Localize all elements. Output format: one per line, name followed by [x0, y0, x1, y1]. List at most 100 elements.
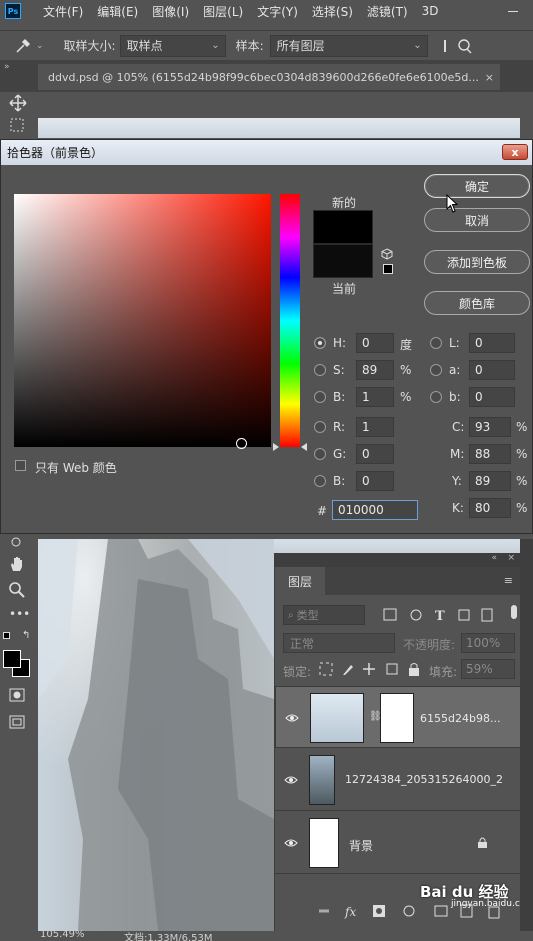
filter-toggle[interactable]: [511, 605, 517, 619]
saturation-field[interactable]: 89: [356, 360, 394, 380]
tool-icon[interactable]: [8, 537, 24, 547]
hue-slider[interactable]: [280, 194, 300, 447]
minimize-icon[interactable]: [508, 6, 518, 16]
collapse-icon[interactable]: «: [491, 553, 497, 563]
lock-icons: [319, 662, 419, 676]
saturation-brightness-field[interactable]: [14, 194, 271, 447]
tab-layers-label: 图层: [287, 574, 312, 589]
yellow-label: Y:: [452, 474, 462, 488]
canvas-image[interactable]: [38, 539, 274, 931]
hue-slider-right-arrow-icon[interactable]: [301, 443, 307, 451]
menu-type[interactable]: 文字(Y): [257, 3, 298, 20]
document-tab-title: ddvd.psd @ 105% (6155d24b98f99c6bec0304d…: [48, 70, 479, 84]
layer-thumbnail: [309, 818, 339, 868]
layer-row[interactable]: 背景: [275, 812, 521, 874]
layer-filter-select[interactable]: ⌕ 类型: [283, 605, 365, 625]
search-icon[interactable]: [442, 37, 482, 55]
photoshop-logo: Ps: [5, 3, 21, 19]
blue-field[interactable]: 0: [356, 471, 394, 491]
zoom-level[interactable]: 105.49%: [40, 929, 85, 940]
saturation-radio[interactable]: [314, 364, 326, 376]
sample-size-select[interactable]: 取样点 ⌄: [119, 34, 226, 57]
eye-icon[interactable]: [284, 775, 298, 785]
blend-mode-select[interactable]: 正常: [283, 633, 395, 653]
close-tab-icon[interactable]: ×: [485, 71, 494, 84]
color-picker-dialog: 拾色器（前景色） x 新的 当前 确定 取消 添加到色板 颜色库 H: 0 度 …: [0, 139, 533, 534]
opacity-field[interactable]: 100%: [461, 633, 515, 653]
lock-label: 锁定:: [283, 665, 312, 679]
swap-colors-icon[interactable]: ↰: [22, 630, 30, 641]
document-tab[interactable]: ddvd.psd @ 105% (6155d24b98f99c6bec0304d…: [38, 64, 500, 90]
fill-field[interactable]: 59%: [461, 659, 515, 679]
layer-row[interactable]: 12724384_205315264000_2: [275, 749, 521, 811]
saturation-unit: %: [400, 363, 412, 377]
lock-icon: [478, 837, 487, 848]
default-colors-icon[interactable]: [3, 632, 10, 639]
sample-select[interactable]: 所有图层 ⌄: [269, 34, 428, 57]
ok-button[interactable]: 确定: [424, 174, 530, 198]
menu-select[interactable]: 选择(S): [312, 3, 353, 20]
panel-menu-icon[interactable]: ≡: [504, 574, 513, 587]
tool-preset-chevron-icon[interactable]: ⌄: [36, 41, 44, 51]
layer-row[interactable]: ⛓ 6155d24b98...: [275, 686, 521, 748]
color-cursor[interactable]: [236, 438, 247, 449]
menu-file[interactable]: 文件(F): [43, 3, 83, 20]
tab-layers[interactable]: 图层: [275, 567, 325, 595]
lightness-field[interactable]: 0: [469, 333, 515, 353]
cyan-field[interactable]: 93: [469, 417, 511, 437]
a-channel-radio[interactable]: [430, 364, 442, 376]
quick-mask-icon[interactable]: [9, 688, 25, 702]
current-color-swatch[interactable]: [313, 244, 373, 278]
hue-radio[interactable]: [314, 337, 326, 349]
blue-radio[interactable]: [314, 475, 326, 487]
cancel-button[interactable]: 取消: [424, 208, 530, 232]
layer-mask-thumbnail[interactable]: [380, 693, 414, 743]
screen-mode-icon[interactable]: [9, 715, 25, 729]
green-field[interactable]: 0: [356, 444, 394, 464]
hue-label: H:: [333, 336, 347, 350]
document-size: 文档:1.33M/6.53M: [124, 933, 213, 941]
close-button[interactable]: x: [502, 144, 528, 160]
color-libraries-button[interactable]: 颜色库: [424, 291, 530, 315]
eye-icon[interactable]: [285, 713, 299, 723]
menu-layer[interactable]: 图层(L): [203, 3, 243, 20]
move-tool-icon[interactable]: [9, 94, 27, 112]
hue-slider-left-arrow-icon[interactable]: [273, 443, 279, 451]
yellow-field[interactable]: 89: [469, 471, 511, 491]
collapse-panels-icon[interactable]: »: [4, 62, 10, 72]
marquee-tool-icon[interactable]: [10, 118, 24, 132]
web-safe-swatch[interactable]: [383, 264, 393, 274]
zoom-tool-icon[interactable]: [8, 581, 26, 599]
eye-icon[interactable]: [284, 838, 298, 848]
hue-field[interactable]: 0: [356, 333, 394, 353]
lightness-radio[interactable]: [430, 337, 442, 349]
current-color-label: 当前: [332, 282, 357, 296]
menu-3d[interactable]: 3D: [422, 4, 439, 18]
sample-label: 样本:: [235, 39, 264, 53]
hex-field[interactable]: 010000: [332, 500, 418, 520]
red-radio[interactable]: [314, 421, 326, 433]
eyedropper-icon[interactable]: [14, 37, 32, 55]
menu-filter[interactable]: 滤镜(T): [367, 3, 408, 20]
hand-tool-icon[interactable]: [8, 555, 26, 573]
green-radio[interactable]: [314, 448, 326, 460]
brightness-radio[interactable]: [314, 391, 326, 403]
red-field[interactable]: 1: [356, 417, 394, 437]
brightness-field[interactable]: 1: [356, 387, 394, 407]
panel-scrollbar[interactable]: [520, 539, 533, 931]
add-to-swatches-button[interactable]: 添加到色板: [424, 250, 530, 274]
menu-edit[interactable]: 编辑(E): [97, 3, 138, 20]
b-channel-field[interactable]: 0: [469, 387, 515, 407]
more-tools-icon[interactable]: •••: [9, 607, 30, 621]
black-field[interactable]: 80: [469, 498, 511, 518]
foreground-color-swatch[interactable]: [3, 650, 21, 668]
options-bar: ⌄ 取样大小: 取样点 ⌄ 样本: 所有图层 ⌄: [0, 30, 533, 60]
menu-image[interactable]: 图像(I): [152, 3, 189, 20]
sample-value: 所有图层: [276, 39, 325, 53]
b-channel-radio[interactable]: [430, 391, 442, 403]
out-of-gamut-cube-icon[interactable]: [381, 248, 393, 260]
magenta-field[interactable]: 88: [469, 444, 511, 464]
web-only-checkbox[interactable]: [15, 460, 26, 471]
a-channel-field[interactable]: 0: [469, 360, 515, 380]
close-panel-icon[interactable]: ×: [507, 553, 515, 563]
